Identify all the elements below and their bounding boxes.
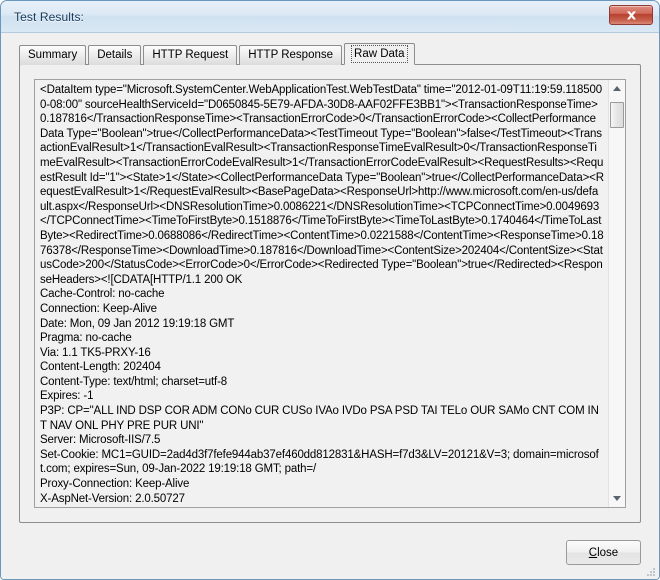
close-button-accel: C <box>588 546 598 559</box>
tab-strip: Summary Details HTTP Request HTTP Respon… <box>19 43 415 65</box>
close-icon <box>626 10 636 19</box>
tab-page-raw-data: <DataItem type="Microsoft.SystemCenter.W… <box>19 64 641 523</box>
scroll-up-arrow-icon <box>613 86 621 91</box>
raw-data-textbox[interactable]: <DataItem type="Microsoft.SystemCenter.W… <box>34 79 626 508</box>
raw-data-text[interactable]: <DataItem type="Microsoft.SystemCenter.W… <box>35 80 608 507</box>
scrollbar-thumb[interactable] <box>610 102 624 128</box>
tab-label: Raw Data <box>351 45 408 63</box>
tab-label: Details <box>97 49 133 61</box>
close-button[interactable]: Close <box>566 540 641 565</box>
scroll-down-button[interactable] <box>609 490 625 507</box>
window-titlebar: Test Results: <box>1 1 659 33</box>
tab-details[interactable]: Details <box>88 45 142 65</box>
test-results-window: Test Results: Summary Details HTTP Reque… <box>0 0 660 580</box>
scroll-up-button[interactable] <box>609 80 625 97</box>
tab-raw-data[interactable]: Raw Data <box>344 43 415 65</box>
window-title: Test Results: <box>14 9 84 24</box>
dialog-client-area: Summary Details HTTP Request HTTP Respon… <box>1 33 659 579</box>
tab-http-response[interactable]: HTTP Response <box>239 45 343 65</box>
tab-label: Summary <box>28 49 78 61</box>
raw-data-vertical-scrollbar[interactable] <box>608 80 625 507</box>
tab-summary[interactable]: Summary <box>19 45 87 65</box>
window-close-button[interactable] <box>609 5 653 25</box>
resize-grip-icon[interactable] <box>644 565 656 577</box>
scroll-down-arrow-icon <box>613 496 621 501</box>
tab-label: HTTP Response <box>248 49 334 61</box>
tab-http-request[interactable]: HTTP Request <box>143 45 238 65</box>
tab-label: HTTP Request <box>152 49 229 61</box>
close-button-label: lose <box>597 546 619 559</box>
